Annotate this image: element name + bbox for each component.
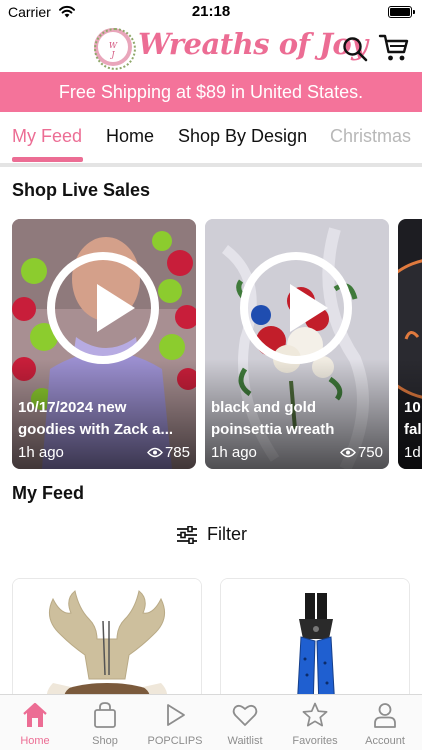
feed-section-title: My Feed: [12, 483, 85, 503]
bottom-tab-waitlist[interactable]: Waitlist: [210, 695, 280, 750]
live-title-line1: 10: [404, 399, 421, 416]
search-icon: [343, 37, 368, 62]
cart-icon: [378, 34, 409, 61]
view-count-value: 785: [164, 444, 190, 461]
bottom-tab-shop[interactable]: Shop: [70, 695, 140, 750]
feed-product-card[interactable]: [12, 578, 202, 708]
active-tab-indicator: [12, 157, 83, 162]
product-image: [221, 579, 409, 707]
heart-icon: [232, 704, 258, 726]
play-icon: [97, 284, 135, 332]
live-video-title: 10 fal: [404, 397, 422, 441]
bottom-tab-label: Waitlist: [227, 735, 263, 747]
shopping-bag-icon: [94, 702, 116, 728]
filter-sliders-icon: [177, 526, 197, 544]
cart-button[interactable]: [378, 33, 410, 63]
battery-tip: [413, 10, 415, 14]
category-tabs: My Feed Home Shop By Design Christmas: [0, 112, 422, 163]
wreath-logo-icon: WJ: [94, 28, 136, 70]
bottom-tab-label: Home: [20, 735, 50, 747]
play-button[interactable]: [240, 252, 352, 364]
battery-icon: [388, 6, 412, 18]
live-video-card[interactable]: black and gold poinsettia wreath 1h ago …: [205, 219, 389, 469]
live-title-line2: fal: [404, 421, 422, 438]
bottom-tab-bar: Home Shop POPCLIPS Waitlist Favorites Ac…: [0, 694, 422, 750]
bottom-tab-home[interactable]: Home: [0, 695, 70, 750]
search-button[interactable]: [342, 36, 368, 62]
tabs-divider: [0, 163, 422, 167]
wreath-monogram: WJ: [108, 41, 118, 59]
view-count: 750: [340, 444, 383, 461]
product-image: [13, 579, 201, 707]
tab-shop-by-design[interactable]: Shop By Design: [178, 126, 307, 147]
status-bar: Carrier 21:18: [0, 0, 422, 24]
clock: 21:18: [191, 3, 231, 20]
live-title-line2: poinsettia wreath: [211, 421, 335, 438]
view-count-value: 750: [357, 444, 383, 461]
live-title-line2: goodies with Zack a...: [18, 421, 174, 438]
bottom-tab-label: POPCLIPS: [147, 735, 203, 747]
live-video-title: black and gold poinsettia wreath: [211, 397, 383, 441]
live-video-card[interactable]: 10/17/2024 new goodies with Zack a... 1h…: [12, 219, 196, 469]
live-title-line1: black and gold: [211, 399, 317, 416]
feed-product-card[interactable]: [220, 578, 410, 708]
play-icon: [290, 284, 328, 332]
home-icon: [23, 702, 47, 727]
bottom-tab-account[interactable]: Account: [350, 695, 420, 750]
bottom-tab-favorites[interactable]: Favorites: [280, 695, 350, 750]
live-video-time: 1h ago: [211, 444, 257, 461]
brand-logo[interactable]: WJ Wreaths of Joy: [94, 26, 368, 70]
bottom-tab-label: Account: [365, 735, 405, 747]
brand-name: Wreaths of Joy: [138, 27, 368, 61]
live-video-title: 10/17/2024 new goodies with Zack a...: [18, 397, 190, 441]
live-video-time: 1d: [404, 444, 421, 461]
tab-my-feed[interactable]: My Feed: [12, 126, 82, 147]
live-section-title: Shop Live Sales: [12, 180, 151, 200]
bottom-tab-label: Shop: [92, 735, 118, 747]
view-count: 785: [147, 444, 190, 461]
live-video-card[interactable]: 10 fal 1d: [398, 219, 422, 469]
live-video-time: 1h ago: [18, 444, 64, 461]
person-icon: [374, 703, 396, 728]
promo-banner[interactable]: Free Shipping at $89 in United States.: [0, 72, 422, 112]
star-icon: [302, 702, 328, 727]
play-button[interactable]: [47, 252, 159, 364]
bottom-tab-popclips[interactable]: POPCLIPS: [140, 695, 210, 750]
bottom-tab-label: Favorites: [292, 735, 338, 747]
tab-home[interactable]: Home: [106, 126, 154, 147]
live-sales-carousel[interactable]: 10/17/2024 new goodies with Zack a... 1h…: [0, 219, 422, 471]
live-title-line1: 10/17/2024 new: [18, 399, 127, 416]
filter-label: Filter: [207, 524, 247, 544]
eye-icon: [340, 447, 356, 458]
eye-icon: [147, 447, 163, 458]
app-header: WJ Wreaths of Joy: [0, 24, 422, 72]
play-icon: [167, 704, 185, 726]
tab-christmas[interactable]: Christmas: [330, 126, 411, 147]
